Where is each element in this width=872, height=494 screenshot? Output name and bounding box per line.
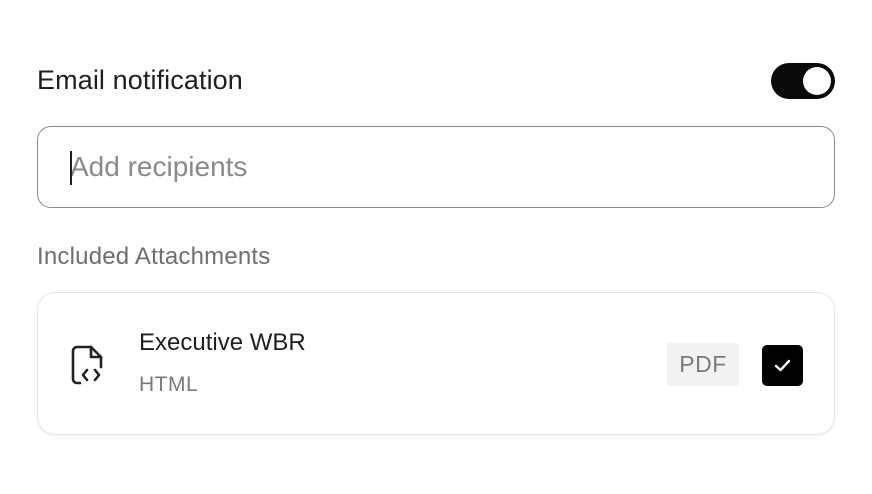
- attachment-type: HTML: [139, 373, 199, 396]
- toggle-knob: [803, 67, 831, 95]
- checkmark-icon: [774, 359, 791, 372]
- pdf-format-badge[interactable]: PDF: [667, 343, 739, 386]
- recipients-input[interactable]: [70, 127, 810, 207]
- included-attachments-label: Included Attachments: [37, 243, 271, 270]
- email-notification-title: Email notification: [37, 65, 243, 95]
- attachment-name: Executive WBR: [139, 329, 306, 356]
- recipients-field[interactable]: [37, 126, 835, 208]
- text-caret: [70, 151, 72, 185]
- email-notification-row: Email notification: [37, 58, 835, 104]
- email-notification-toggle[interactable]: [771, 63, 835, 99]
- attachment-checkbox[interactable]: [762, 345, 803, 386]
- file-code-icon: [70, 345, 106, 385]
- attachment-card: Executive WBR HTML PDF: [37, 292, 835, 435]
- email-settings-panel: Email notification Included Attachments …: [0, 0, 872, 494]
